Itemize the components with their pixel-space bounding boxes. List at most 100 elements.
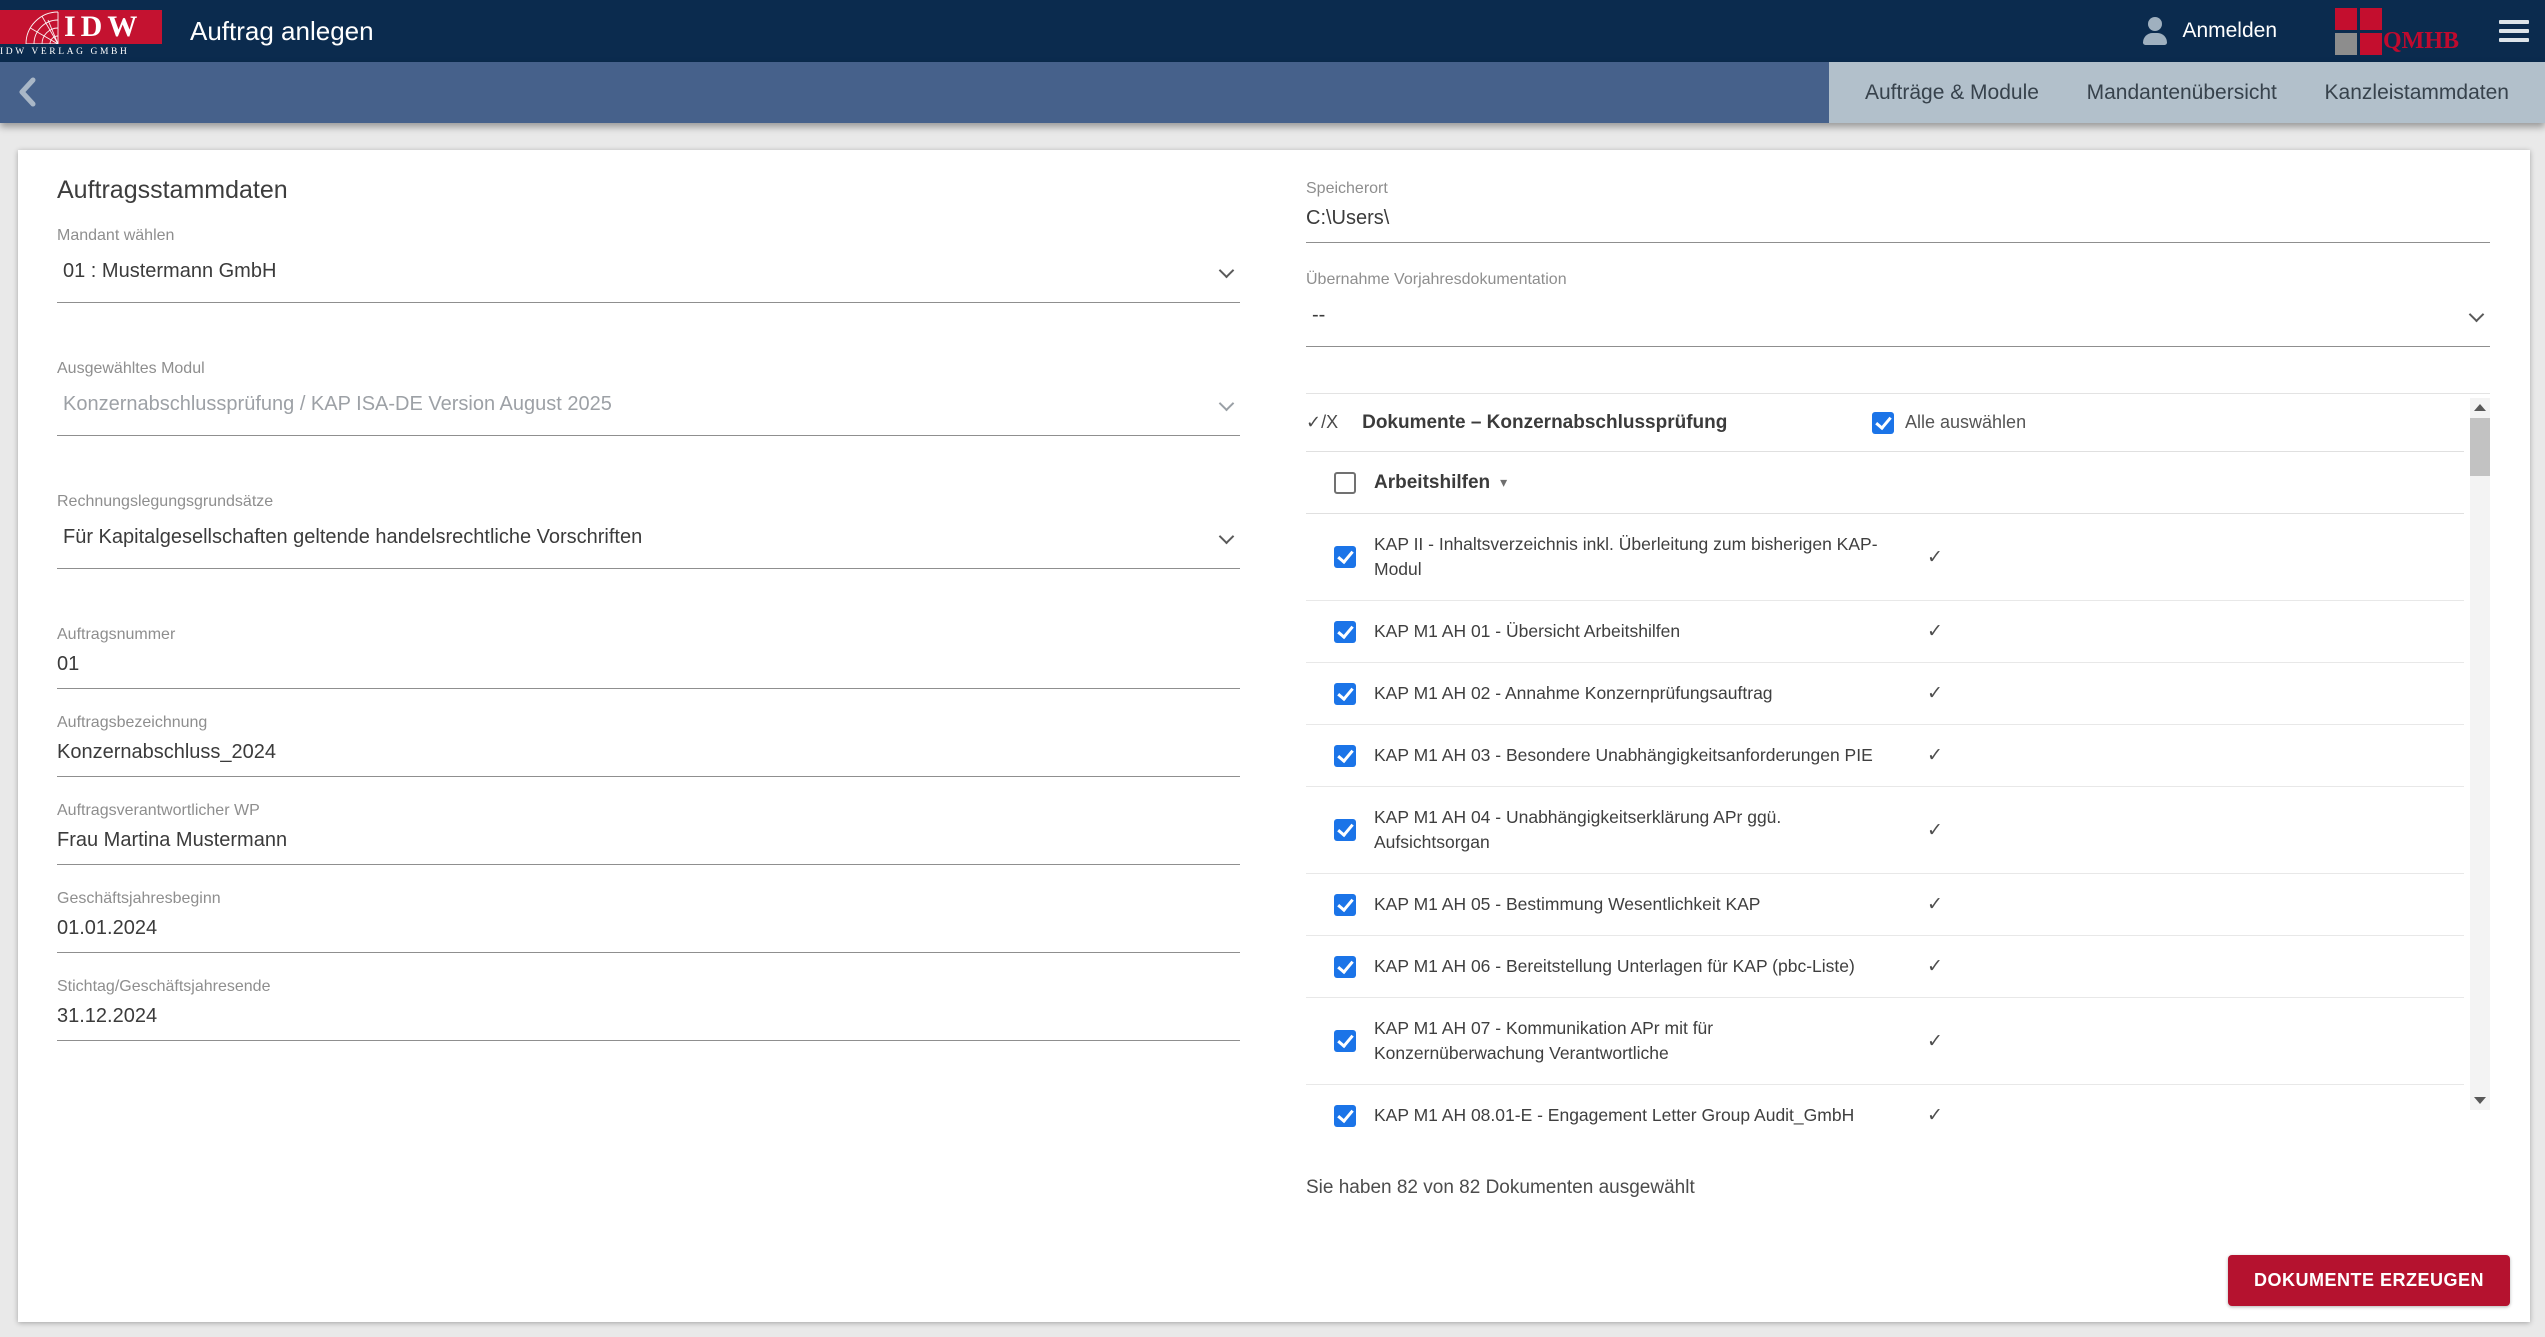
document-label: KAP M1 AH 01 - Übersicht Arbeitshilfen xyxy=(1374,621,1681,641)
check-status-icon: ✓ xyxy=(1927,956,1943,977)
qmhb-logo: QMHB xyxy=(2335,7,2459,55)
auftragsnummer-field[interactable]: Auftragsnummer 01 xyxy=(57,626,1240,689)
auftragsbezeichnung-label: Auftragsbezeichnung xyxy=(57,714,208,731)
auftragsnummer-input[interactable]: 01 xyxy=(57,644,1240,688)
select-all-checkbox[interactable] xyxy=(1872,411,1894,434)
document-row: KAP M1 AH 05 - Bestimmung Wesentlichkeit… xyxy=(1306,874,2464,936)
idw-logo: IDW IDW VERLAG GMBH xyxy=(0,10,172,57)
documents-list-panel: ✓/X Dokumente – Konzernabschlussprüfung … xyxy=(1306,393,2490,1131)
dome-mesh-icon xyxy=(25,11,59,44)
verantwortlicher-wp-label: Auftragsverantwortlicher WP xyxy=(57,802,260,819)
document-row: KAP M1 AH 07 - Kommunikation APr mit für… xyxy=(1306,998,2464,1085)
geschaeftsjahresbeginn-input[interactable]: 01.01.2024 xyxy=(57,908,1240,952)
vorjahresdokumentation-label: Übernahme Vorjahresdokumentation xyxy=(1306,271,1567,288)
page-body: Auftragsstammdaten Mandant wählen 01 : M… xyxy=(0,123,2545,1337)
auftragsbezeichnung-input[interactable]: Konzernabschluss_2024 xyxy=(57,732,1240,776)
documents-list-header: ✓/X Dokumente – Konzernabschlussprüfung … xyxy=(1306,394,2464,452)
person-icon xyxy=(2140,16,2170,46)
geschaeftsjahresbeginn-field[interactable]: Geschäftsjahresbeginn 01.01.2024 xyxy=(57,890,1240,953)
check-status-icon: ✓ xyxy=(1927,621,1943,642)
document-group-row: Arbeitshilfen ▾ xyxy=(1306,452,2464,514)
action-bar: DOKUMENTE ERZEUGEN xyxy=(1306,1255,2510,1306)
document-row: KAP M1 AH 02 - Annahme Konzernprüfungsau… xyxy=(1306,663,2464,725)
selection-summary: Sie haben 82 von 82 Dokumenten ausgewähl… xyxy=(1306,1177,1695,1198)
vorjahresdokumentation-select[interactable]: Übernahme Vorjahresdokumentation -- xyxy=(1306,271,2490,347)
mandant-value: 01 : Mustermann GmbH xyxy=(63,260,277,282)
check-status-icon: ✓ xyxy=(1927,1030,1943,1052)
auftragsnummer-label: Auftragsnummer xyxy=(57,626,176,643)
document-label: KAP M1 AH 03 - Besondere Unabhängigkeits… xyxy=(1374,745,1873,765)
document-checkbox[interactable] xyxy=(1334,620,1356,643)
nav-tab[interactable]: Mandantenübersicht xyxy=(2087,81,2277,105)
verantwortlicher-wp-field[interactable]: Auftragsverantwortlicher WP Frau Martina… xyxy=(57,802,1240,865)
document-row: KAP M1 AH 03 - Besondere Unabhängigkeits… xyxy=(1306,725,2464,787)
document-row: KAP M1 AH 01 - Übersicht Arbeitshilfen ✓ xyxy=(1306,601,2464,663)
check-x-legend: ✓/X xyxy=(1306,412,1339,432)
group-label: Arbeitshilfen xyxy=(1374,471,1491,493)
check-status-icon: ✓ xyxy=(1927,745,1943,766)
select-all-control[interactable]: Alle auswählen xyxy=(1872,411,2027,434)
qmhb-logo-word: QMHB xyxy=(2383,27,2459,54)
idw-logo-word: IDW xyxy=(64,10,143,43)
idw-logo-subtitle: IDW VERLAG GMBH xyxy=(0,47,130,57)
geschaeftsjahresbeginn-label: Geschäftsjahresbeginn xyxy=(57,890,221,907)
back-button[interactable] xyxy=(18,77,48,107)
document-checkbox[interactable] xyxy=(1334,1104,1356,1127)
check-status-icon: ✓ xyxy=(1927,546,1943,568)
group-checkbox[interactable] xyxy=(1334,471,1356,494)
check-status-icon: ✓ xyxy=(1927,1105,1943,1126)
vorjahresdokumentation-value: -- xyxy=(1312,304,1326,326)
nav-tab[interactable]: Aufträge & Module xyxy=(1865,81,2039,105)
document-checkbox[interactable] xyxy=(1334,682,1356,705)
check-status-icon: ✓ xyxy=(1927,819,1943,841)
auftragsbezeichnung-field[interactable]: Auftragsbezeichnung Konzernabschluss_202… xyxy=(57,714,1240,777)
nav-tab[interactable]: Kanzleistammdaten xyxy=(2325,81,2509,105)
documents-list: KAP II - Inhaltsverzeichnis inkl. Überle… xyxy=(1306,514,2464,1131)
document-label: KAP M1 AH 02 - Annahme Konzernprüfungsau… xyxy=(1374,683,1773,703)
document-checkbox[interactable] xyxy=(1334,893,1356,916)
document-label: KAP M1 AH 06 - Bereitstellung Unterlagen… xyxy=(1374,956,1855,976)
document-row: KAP II - Inhaltsverzeichnis inkl. Überle… xyxy=(1306,514,2464,601)
modul-label: Ausgewähltes Modul xyxy=(57,360,205,377)
document-checkbox[interactable] xyxy=(1334,819,1356,841)
signin-button[interactable]: Anmelden xyxy=(2140,16,2277,46)
geschaeftsjahresende-label: Stichtag/Geschäftsjahresende xyxy=(57,978,271,995)
app-window: IDW IDW VERLAG GMBH Auftrag anlegen Anme… xyxy=(0,0,2545,1337)
document-label: KAP M1 AH 07 - Kommunikation APr mit für… xyxy=(1374,1018,1714,1063)
speicherort-field[interactable]: Speicherort C:\Users\ xyxy=(1306,180,2490,243)
speicherort-input[interactable]: C:\Users\ xyxy=(1306,198,2490,242)
scroll-thumb[interactable] xyxy=(2470,418,2490,476)
document-label: KAP M1 AH 05 - Bestimmung Wesentlichkeit… xyxy=(1374,894,1761,914)
document-label: KAP M1 AH 04 - Unabhängigkeitserklärung … xyxy=(1374,807,1782,852)
scroll-down-icon[interactable] xyxy=(2474,1097,2486,1104)
modul-value: Konzernabschlussprüfung / KAP ISA-DE Ver… xyxy=(63,393,612,415)
documents-list-title: Dokumente – Konzernabschlussprüfung xyxy=(1362,411,1728,433)
geschaeftsjahresende-field[interactable]: Stichtag/Geschäftsjahresende 31.12.2024 xyxy=(57,978,1240,1041)
check-status-icon: ✓ xyxy=(1927,894,1943,915)
top-app-bar: IDW IDW VERLAG GMBH Auftrag anlegen Anme… xyxy=(0,0,2545,62)
generate-documents-button[interactable]: DOKUMENTE ERZEUGEN xyxy=(2227,1255,2510,1306)
sort-caret-icon[interactable]: ▾ xyxy=(1500,474,1507,491)
geschaeftsjahresende-input[interactable]: 31.12.2024 xyxy=(57,996,1240,1040)
document-checkbox[interactable] xyxy=(1334,955,1356,978)
document-checkbox[interactable] xyxy=(1334,546,1356,568)
order-master-data-column: Auftragsstammdaten Mandant wählen 01 : M… xyxy=(57,168,1240,1322)
order-form-card: Auftragsstammdaten Mandant wählen 01 : M… xyxy=(18,150,2530,1322)
rechnungslegung-label: Rechnungslegungsgrundsätze xyxy=(57,493,274,510)
secondary-bar: Aufträge & Module Mandantenübersicht Kan… xyxy=(0,62,2545,123)
documents-column: Speicherort C:\Users\ Übernahme Vorjahre… xyxy=(1306,168,2510,1322)
nav-tabs: Aufträge & Module Mandantenübersicht Kan… xyxy=(1829,62,2545,123)
rechnungslegung-select[interactable]: Rechnungslegungsgrundsätze Für Kapitalge… xyxy=(57,493,1240,569)
scroll-up-icon[interactable] xyxy=(2474,404,2486,411)
select-all-label: Alle auswählen xyxy=(1905,412,2027,432)
idw-logo-box: IDW xyxy=(0,10,162,44)
document-checkbox[interactable] xyxy=(1334,744,1356,767)
signin-label: Anmelden xyxy=(2182,19,2277,42)
mandant-select[interactable]: Mandant wählen 01 : Mustermann GmbH xyxy=(57,227,1240,303)
verantwortlicher-wp-input[interactable]: Frau Martina Mustermann xyxy=(57,820,1240,864)
hamburger-menu-icon[interactable] xyxy=(2499,15,2529,47)
scrollbar[interactable] xyxy=(2470,398,2490,1110)
qmhb-squares-icon xyxy=(2335,7,2382,55)
section-heading: Auftragsstammdaten xyxy=(57,176,288,204)
document-checkbox[interactable] xyxy=(1334,1030,1356,1052)
